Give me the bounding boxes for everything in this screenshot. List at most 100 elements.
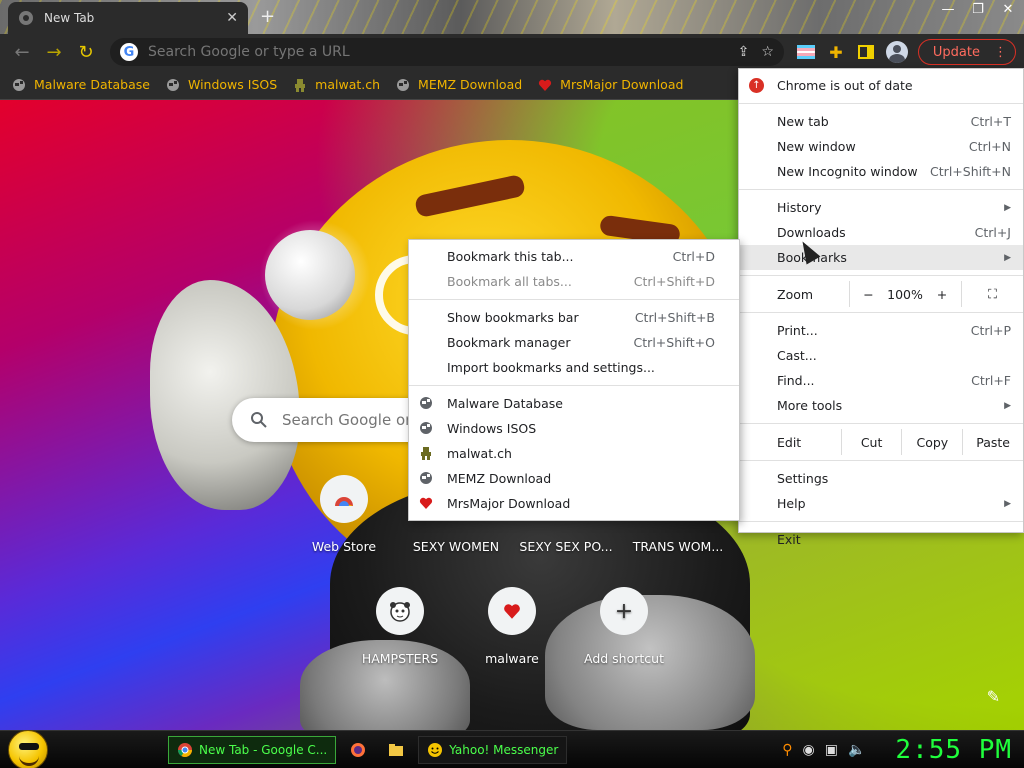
globe-icon [397, 78, 410, 91]
toolbar: ← → ↻ G ⇪ ☆ ✚ Update ⋮ [0, 34, 1024, 70]
bookmarks-submenu: Bookmark this tab... Ctrl+D Bookmark all… [408, 239, 740, 521]
bookmark-mrsmajor-download[interactable]: MrsMajor Download [538, 77, 683, 92]
new-tab-button[interactable]: + [260, 6, 275, 27]
start-button-smiley[interactable] [8, 729, 48, 768]
bookmark-star-icon[interactable]: ☆ [761, 44, 774, 60]
taskbar: New Tab - Google C... Yahoo! Messenger ⚲… [0, 729, 1024, 768]
network-icon[interactable]: ▣ [825, 742, 838, 758]
minimize-icon[interactable]: — [938, 2, 958, 17]
update-button[interactable]: Update ⋮ [917, 39, 1016, 65]
submenu-bookmark-windows-isos[interactable]: Windows ISOS [409, 416, 739, 441]
tab-new-tab[interactable]: New Tab ✕ [8, 2, 248, 34]
taskbar-clock[interactable]: 2:55 PM [895, 735, 1012, 765]
bookmark-malware-database[interactable]: Malware Database [12, 77, 150, 92]
submenu-arrow-icon: ▶ [1004, 202, 1011, 213]
zoom-level: 100% [887, 286, 923, 302]
window-controls: — ❐ ✕ [938, 2, 1018, 17]
menu-new-incognito[interactable]: New Incognito window Ctrl+Shift+N [739, 159, 1023, 184]
firefox-icon [351, 742, 366, 757]
menu-bookmarks[interactable]: Bookmarks ▶ [739, 245, 1023, 270]
submenu-separator [409, 385, 739, 386]
shortcut-hampsters[interactable]: HAMPSTERS [344, 587, 456, 666]
menu-separator [739, 189, 1023, 190]
menu-separator [739, 423, 1023, 424]
submenu-bookmark-malware-database[interactable]: Malware Database [409, 391, 739, 416]
globe-icon [420, 472, 432, 484]
menu-help[interactable]: Help ▶ [739, 491, 1023, 516]
plus-icon: + [600, 587, 648, 635]
status-icon[interactable]: ◉ [803, 742, 815, 758]
menu-settings[interactable]: Settings [739, 466, 1023, 491]
extension-flag-icon[interactable] [796, 42, 816, 62]
cut-button[interactable]: Cut [840, 429, 902, 455]
shortcut-web-store[interactable]: Web Store [288, 475, 400, 554]
menu-separator [739, 103, 1023, 104]
reload-button[interactable]: ↻ [72, 38, 100, 66]
submenu-bookmark-memz-download[interactable]: MEMZ Download [409, 466, 739, 491]
submenu-arrow-icon: ▶ [1004, 400, 1011, 411]
submenu-bookmark-manager[interactable]: Bookmark manager Ctrl+Shift+O [409, 330, 739, 355]
shortcut-malware[interactable]: malware [456, 587, 568, 666]
copy-button[interactable]: Copy [901, 429, 962, 455]
search-icon[interactable]: ⚲ [782, 742, 792, 758]
forward-button[interactable]: → [40, 38, 68, 66]
kebab-menu-icon: ⋮ [994, 44, 1007, 60]
submenu-arrow-icon: ▶ [1004, 498, 1011, 509]
taskbar-folder[interactable] [380, 736, 412, 764]
back-button[interactable]: ← [8, 38, 36, 66]
tab-strip: New Tab ✕ + — ❐ ✕ [0, 0, 1024, 34]
menu-history[interactable]: History ▶ [739, 195, 1023, 220]
menu-more-tools[interactable]: More tools ▶ [739, 393, 1023, 418]
menu-separator [739, 460, 1023, 461]
menu-chrome-out-of-date[interactable]: ↑ Chrome is out of date [739, 73, 1023, 98]
zoom-in-button[interactable]: + [923, 281, 961, 307]
menu-new-window[interactable]: New window Ctrl+N [739, 134, 1023, 159]
omnibox-input[interactable] [148, 44, 738, 60]
menu-downloads[interactable]: Downloads Ctrl+J [739, 220, 1023, 245]
globe-icon [166, 78, 179, 91]
search-icon [251, 412, 267, 428]
taskbar-yahoo-messenger[interactable]: Yahoo! Messenger [418, 735, 568, 764]
extensions-puzzle-icon[interactable]: ✚ [826, 42, 846, 62]
submenu-show-bookmarks-bar[interactable]: Show bookmarks bar Ctrl+Shift+B [409, 305, 739, 330]
volume-icon[interactable]: 🔈 [848, 742, 865, 758]
close-window-icon[interactable]: ✕ [998, 2, 1018, 17]
paste-button[interactable]: Paste [962, 429, 1023, 455]
submenu-bookmark-malwat-ch[interactable]: malwat.ch [409, 441, 739, 466]
globe-icon [13, 78, 25, 91]
menu-exit[interactable]: Exit [739, 527, 1023, 552]
bookmark-memz-download[interactable]: MEMZ Download [396, 77, 522, 92]
menu-find[interactable]: Find... Ctrl+F [739, 368, 1023, 393]
close-tab-icon[interactable]: ✕ [226, 10, 238, 26]
submenu-import-bookmarks[interactable]: Import bookmarks and settings... [409, 355, 739, 380]
google-icon: G [120, 43, 138, 61]
customize-pencil-icon[interactable]: ✎ [987, 687, 1000, 706]
fullscreen-icon[interactable]: ⛶ [961, 281, 1023, 307]
taskbar-firefox[interactable] [342, 736, 374, 764]
heart-icon [539, 79, 552, 91]
profile-avatar[interactable] [885, 41, 908, 63]
tab-title: New Tab [44, 11, 95, 25]
bookmark-malwat-ch[interactable]: malwat.ch [293, 77, 380, 92]
heart-icon [488, 587, 536, 635]
zoom-out-button[interactable]: − [849, 281, 887, 307]
chrome-main-menu: ↑ Chrome is out of date New tab Ctrl+T N… [738, 68, 1024, 547]
figure-icon [295, 78, 306, 92]
heart-icon [419, 497, 433, 509]
menu-print[interactable]: Print... Ctrl+P [739, 318, 1023, 343]
side-panel-icon[interactable] [856, 42, 876, 62]
taskbar-chrome[interactable]: New Tab - Google C... [168, 735, 337, 764]
submenu-bookmark-this-tab[interactable]: Bookmark this tab... Ctrl+D [409, 244, 739, 269]
update-label: Update [932, 44, 980, 60]
figure-icon [421, 447, 431, 460]
menu-new-tab[interactable]: New tab Ctrl+T [739, 109, 1023, 134]
omnibox[interactable]: G ⇪ ☆ [110, 38, 784, 66]
shortcut-add[interactable]: + Add shortcut [568, 587, 680, 666]
maximize-icon[interactable]: ❐ [968, 2, 988, 17]
chrome-icon [178, 742, 192, 757]
submenu-bookmark-mrsmajor-download[interactable]: MrsMajor Download [409, 491, 739, 516]
menu-cast[interactable]: Cast... [739, 343, 1023, 368]
share-icon[interactable]: ⇪ [738, 44, 750, 60]
submenu-bookmark-all-tabs[interactable]: Bookmark all tabs... Ctrl+Shift+D [409, 269, 739, 294]
bookmark-windows-isos[interactable]: Windows ISOS [166, 77, 277, 92]
